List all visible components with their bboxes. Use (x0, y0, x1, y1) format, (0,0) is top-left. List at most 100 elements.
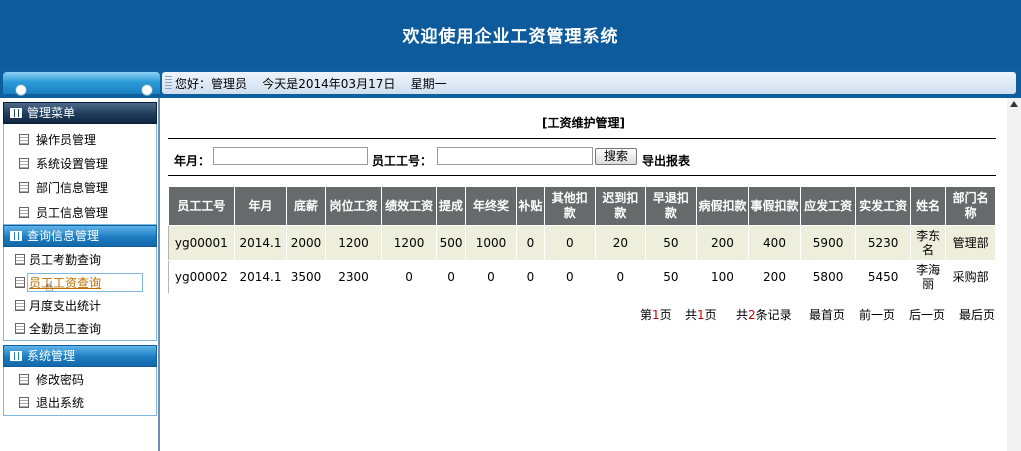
column-header: 病假扣款 (695, 186, 750, 226)
document-icon (19, 397, 29, 408)
column-header: 绩效工资 (381, 186, 437, 226)
table-cell: 20 (594, 225, 647, 261)
sidebar-item-change-password[interactable]: 修改密码 (19, 371, 84, 388)
sidebar-header-menu[interactable]: 管理菜单 (3, 102, 157, 124)
column-header: 补贴 (515, 186, 546, 226)
menu-item-label: 全勤员工查询 (29, 322, 102, 336)
current-page-indicator: 第1页 (640, 306, 672, 323)
total-pages-indicator: 共1页 (685, 306, 717, 323)
table-cell: 2000 (286, 225, 326, 261)
first-page-link[interactable]: 最首页 (809, 306, 845, 323)
sidebar-header-label: 系统管理 (27, 349, 76, 363)
last-page-link[interactable]: 最后页 (959, 306, 995, 323)
table-cell: 李东名 (909, 225, 947, 261)
column-header: 其他扣款 (544, 186, 596, 226)
sidebar-header-query[interactable]: 查询信息管理 (3, 225, 157, 247)
table-cell: 5230 (855, 225, 911, 261)
pager-text: 页 (704, 308, 717, 322)
sidebar-item-department[interactable]: 部门信息管理 (19, 179, 108, 196)
table-cell: 0 (515, 225, 546, 261)
sidebar-item-employee[interactable]: 员工信息管理 (19, 204, 108, 221)
table-cell: 5450 (855, 260, 911, 294)
divider-line (168, 138, 996, 139)
table-cell: 400 (748, 225, 801, 261)
menu-item-label: 部门信息管理 (36, 181, 109, 195)
empno-input[interactable] (437, 147, 593, 165)
divider-line (168, 175, 996, 176)
table-cell: 采购部 (945, 260, 996, 294)
column-header: 部门名称 (945, 186, 996, 226)
table-cell: 5800 (799, 260, 857, 294)
column-header: 提成 (435, 186, 467, 226)
table-cell: 1000 (465, 225, 517, 261)
grip-icon (165, 76, 172, 89)
column-header: 事假扣款 (748, 186, 801, 226)
table-cell: 0 (381, 260, 437, 294)
pager-text: 共 (736, 308, 749, 322)
cap-knob-left-icon (15, 84, 27, 96)
pager-text: 共 (685, 308, 698, 322)
document-icon (19, 182, 29, 193)
month-input[interactable] (213, 147, 368, 165)
sidebar-item-fullattendance[interactable]: 全勤员工查询 (15, 320, 101, 337)
table-cell: 200 (748, 260, 801, 294)
pager-number: 1 (652, 308, 660, 322)
scroll-up-icon[interactable] (1010, 101, 1018, 107)
app-title: 欢迎使用企业工资管理系统 (402, 27, 619, 47)
sidebar-item-attendance[interactable]: 员工考勤查询 (15, 251, 101, 268)
pager-text: 条记录 (755, 308, 792, 322)
table-cell: 1200 (324, 225, 383, 261)
table-cell: 0 (465, 260, 517, 294)
list-icon (10, 231, 22, 241)
sidebar-item-settings[interactable]: 系统设置管理 (19, 155, 108, 172)
table-cell: yg00001 (168, 225, 235, 261)
table-row[interactable]: yg00002 2014.1 3500 2300 0 0 0 0 0 0 50 … (168, 260, 996, 294)
pager-text: 第 (640, 308, 653, 322)
grid-icon (10, 108, 22, 118)
welcome-text: 您好：管理员 今天是2014年03月17日 星期一 (175, 77, 447, 91)
vertical-scrollbar[interactable] (1007, 98, 1021, 451)
empno-label: 员工工号： (372, 154, 433, 168)
sidebar-item-salary-query[interactable]: 员工工资查询 (15, 274, 101, 291)
prev-page-link[interactable]: 前一页 (859, 306, 895, 323)
document-icon (19, 134, 29, 145)
header-banner: 欢迎使用企业工资管理系统 (0, 0, 1021, 68)
document-icon (15, 277, 25, 288)
table-cell: yg00002 (168, 260, 235, 294)
column-header: 底薪 (286, 186, 326, 226)
search-button[interactable]: 搜索 (595, 148, 637, 165)
table-cell: 管理部 (945, 225, 996, 261)
pager-number: 2 (748, 308, 756, 322)
sidebar-item-operator[interactable]: 操作员管理 (19, 131, 96, 148)
menu-item-label: 员工考勤查询 (29, 253, 102, 267)
table-cell: 2014.1 (233, 225, 288, 261)
sidebar-header-system[interactable]: 系统管理 (3, 345, 157, 367)
document-icon (19, 374, 29, 385)
column-header: 早退扣款 (645, 186, 697, 226)
table-cell: 500 (435, 225, 467, 261)
record-count-indicator: 共2条记录 (736, 306, 792, 323)
next-page-link[interactable]: 后一页 (909, 306, 945, 323)
sidebar-item-monthly[interactable]: 月度支出统计 (15, 297, 101, 314)
menu-item-label: 退出系统 (36, 396, 85, 410)
table-cell: 2014.1 (233, 260, 288, 294)
table-cell: 0 (544, 225, 596, 261)
cap-knob-right-icon (141, 84, 153, 96)
table-row[interactable]: yg00001 2014.1 2000 1200 1200 500 1000 0… (168, 225, 996, 261)
menu-item-label: 系统设置管理 (36, 157, 109, 171)
table-cell: 0 (594, 260, 647, 294)
pager-text: 页 (659, 308, 672, 322)
menu-item-label: 员工信息管理 (36, 206, 109, 220)
hand-cursor-icon: ☝ (45, 279, 54, 295)
menu-item-label: 月度支出统计 (29, 299, 102, 313)
column-header: 迟到扣款 (594, 186, 647, 226)
column-header: 员工工号 (168, 186, 235, 226)
sidebar-item-logout[interactable]: 退出系统 (19, 394, 84, 411)
table-cell: 0 (515, 260, 546, 294)
table-cell: 50 (645, 225, 697, 261)
document-icon (15, 300, 25, 311)
document-icon (19, 158, 29, 169)
table-cell: 1200 (381, 225, 437, 261)
export-report-link[interactable]: 导出报表 (642, 152, 690, 169)
table-cell: 李海丽 (909, 260, 947, 294)
